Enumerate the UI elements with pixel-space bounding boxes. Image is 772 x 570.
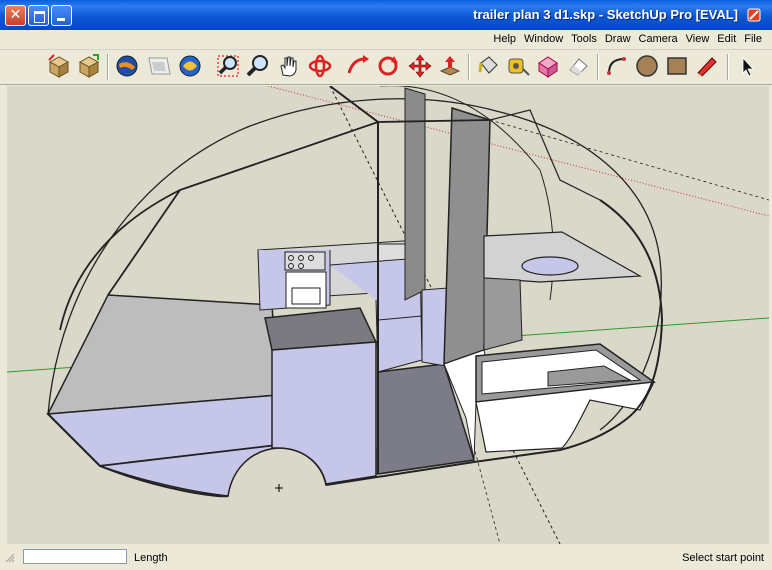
paint-bucket-button[interactable] <box>475 53 501 79</box>
status-text: Select start point <box>682 552 764 564</box>
move-tool-button[interactable] <box>407 53 433 79</box>
rotate-tool-button[interactable] <box>375 53 401 79</box>
previous-view-icon <box>148 57 171 75</box>
close-button[interactable]: ✕ <box>5 5 26 26</box>
title-bar[interactable]: ✕ trailer plan 3 d1.skp - SketchUp Pro [… <box>0 0 772 30</box>
orbit-tool-button[interactable] <box>307 53 333 79</box>
move-icon <box>408 54 432 78</box>
main-toolbar <box>0 50 772 85</box>
make-component-icon <box>538 56 558 78</box>
select-tool-button[interactable] <box>734 53 760 79</box>
pan-tool-button[interactable] <box>275 53 301 79</box>
arc-tool-button[interactable] <box>604 53 630 79</box>
menu-tools[interactable]: Tools <box>567 32 601 46</box>
toolbar-separator <box>107 54 109 80</box>
zoom-icon <box>246 55 268 77</box>
push-pull-button[interactable] <box>437 53 463 79</box>
zoom-extents-button[interactable] <box>177 53 203 79</box>
eraser-tool-button[interactable] <box>565 53 591 79</box>
trailer-model-drawing <box>7 86 769 544</box>
window-title: trailer plan 3 d1.skp - SketchUp Pro [EV… <box>473 7 738 22</box>
maximize-icon <box>34 11 45 23</box>
google-earth-icon <box>116 55 138 77</box>
status-bar: Length Select start point <box>0 546 772 570</box>
tape-measure-icon <box>508 58 530 76</box>
eraser-icon <box>569 58 588 76</box>
push-pull-icon <box>439 56 461 76</box>
measurements-input[interactable] <box>23 549 127 564</box>
menu-window[interactable]: Window <box>520 32 567 46</box>
menu-view[interactable]: View <box>682 32 714 46</box>
pencil-icon <box>697 57 717 77</box>
menu-edit[interactable]: Edit <box>713 32 740 46</box>
previous-view-button[interactable] <box>146 53 172 79</box>
measurements-label: Length <box>134 552 168 564</box>
resize-grip-icon[interactable] <box>4 552 16 564</box>
minimize-button[interactable] <box>51 5 72 26</box>
toolbar-separator <box>468 54 470 80</box>
orbit-icon <box>308 54 332 78</box>
arc-icon <box>607 57 626 75</box>
menu-file[interactable]: File <box>740 32 766 46</box>
maximize-button[interactable] <box>28 5 49 26</box>
circle-tool-button[interactable] <box>634 53 660 79</box>
tape-measure-button[interactable] <box>505 53 531 79</box>
toolbar-separator <box>727 54 729 80</box>
zoom-window-button[interactable] <box>215 53 241 79</box>
paint-bucket-icon <box>478 56 498 74</box>
menu-bar: File Edit View Camera Draw Tools Window … <box>0 30 772 50</box>
share-model-icon <box>48 54 70 78</box>
share-model-button[interactable] <box>46 53 72 79</box>
circle-icon <box>636 55 658 77</box>
make-component-button[interactable] <box>535 53 561 79</box>
zoom-extents-icon <box>179 55 201 77</box>
model-viewport[interactable] <box>7 86 769 544</box>
menu-draw[interactable]: Draw <box>601 32 635 46</box>
follow-me-button[interactable] <box>345 53 371 79</box>
minimize-icon <box>57 18 65 21</box>
menu-camera[interactable]: Camera <box>635 32 682 46</box>
rotate-icon <box>378 56 398 76</box>
toolbar-separator <box>597 54 599 80</box>
get-models-button[interactable] <box>76 53 102 79</box>
line-tool-button[interactable] <box>694 53 720 79</box>
rectangle-icon <box>667 57 687 75</box>
get-models-icon <box>78 54 100 78</box>
pan-icon <box>280 56 297 77</box>
sketchup-logo-icon <box>747 8 761 22</box>
menu-list: File Edit View Camera Draw Tools Window … <box>489 32 766 46</box>
menu-help[interactable]: Help <box>489 32 520 46</box>
follow-me-icon <box>347 55 369 74</box>
google-earth-button[interactable] <box>114 53 140 79</box>
zoom-tool-button[interactable] <box>245 53 271 79</box>
rectangle-tool-button[interactable] <box>664 53 690 79</box>
zoom-window-icon <box>217 55 239 77</box>
select-icon <box>742 56 754 77</box>
close-icon: ✕ <box>9 7 22 23</box>
